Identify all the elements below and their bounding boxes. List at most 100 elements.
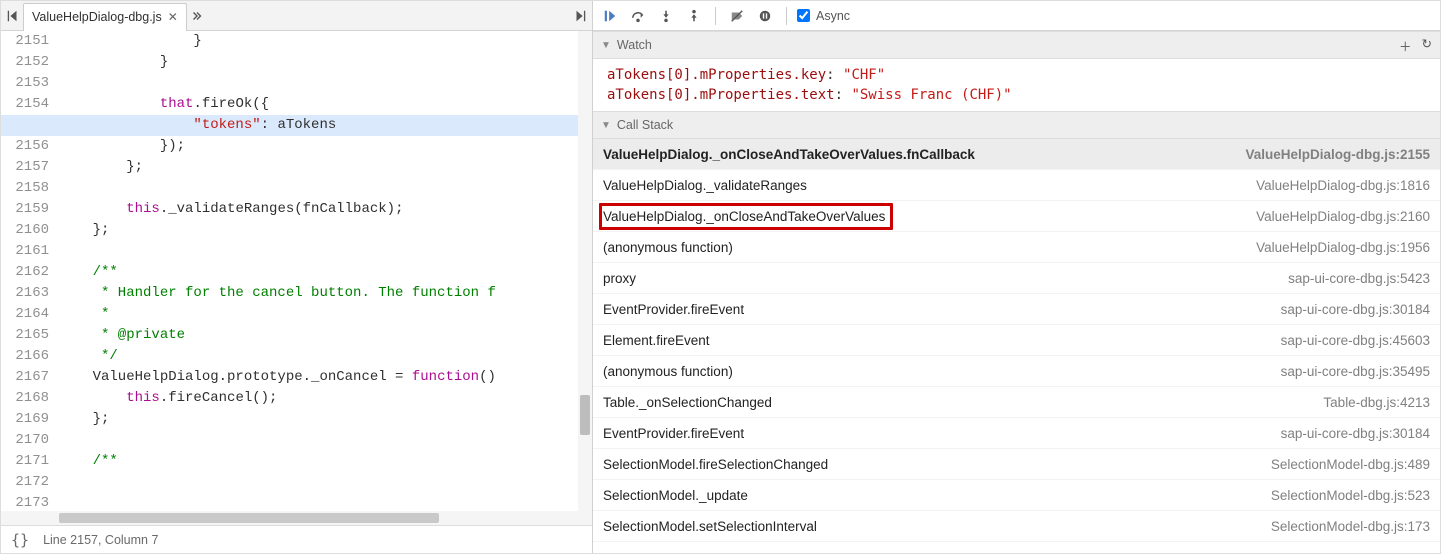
callstack-loc: ValueHelpDialog-dbg.js:2160 bbox=[1256, 209, 1430, 224]
callstack-row[interactable]: (anonymous function) sap-ui-core-dbg.js:3… bbox=[593, 356, 1440, 387]
tab-prev-icon[interactable] bbox=[5, 8, 21, 24]
deactivate-breakpoints-icon[interactable] bbox=[726, 5, 748, 27]
code-area[interactable]: } } that.fireOk({ "tokens": aTokens }); … bbox=[59, 31, 592, 511]
line-number: 2164 bbox=[1, 304, 49, 325]
step-into-icon[interactable] bbox=[655, 5, 677, 27]
callstack-header[interactable]: ▼ Call Stack bbox=[593, 111, 1440, 139]
callstack-loc: sap-ui-core-dbg.js:45603 bbox=[1281, 333, 1430, 348]
scrollbar-vertical[interactable] bbox=[578, 31, 592, 511]
debugger-toolbar: Async bbox=[593, 1, 1440, 31]
pretty-print-icon[interactable]: {} bbox=[11, 531, 29, 549]
code-line[interactable] bbox=[59, 178, 592, 199]
code-line[interactable]: /** bbox=[59, 451, 592, 472]
callstack-row[interactable]: SelectionModel.fireSelectionChangedSelec… bbox=[593, 449, 1440, 480]
callstack-loc: sap-ui-core-dbg.js:30184 bbox=[1281, 302, 1430, 317]
callstack-loc: sap-ui-core-dbg.js:30184 bbox=[1281, 426, 1430, 441]
callstack-fn: ValueHelpDialog._onCloseAndTakeOverValue… bbox=[603, 209, 885, 224]
line-number: 2161 bbox=[1, 241, 49, 262]
line-gutter: 2151215221532154215521562157215821592160… bbox=[1, 31, 53, 511]
callstack-row[interactable]: proxysap-ui-core-dbg.js:5423 bbox=[593, 263, 1440, 294]
refresh-icon[interactable]: ↻ bbox=[1422, 36, 1432, 55]
chevron-down-icon: ▼ bbox=[601, 40, 611, 51]
callstack-row[interactable]: SelectionModel.setSelectionIntervalSelec… bbox=[593, 511, 1440, 542]
callstack-fn: proxy bbox=[603, 271, 636, 286]
code-line[interactable]: */ bbox=[59, 346, 592, 367]
watch-pane: aTokens[0].mProperties.key: "CHF"aTokens… bbox=[593, 59, 1440, 111]
file-tab-label: ValueHelpDialog-dbg.js bbox=[32, 10, 162, 24]
scrollbar-thumb-h[interactable] bbox=[59, 513, 439, 523]
code-line[interactable]: that.fireOk({ bbox=[59, 94, 592, 115]
step-over-icon[interactable] bbox=[627, 5, 649, 27]
code-line[interactable]: } bbox=[59, 31, 592, 52]
line-number: 2154 bbox=[1, 94, 49, 115]
callstack-fn: EventProvider.fireEvent bbox=[603, 426, 744, 441]
line-number: 2163 bbox=[1, 283, 49, 304]
line-number: 2172 bbox=[1, 472, 49, 493]
callstack-fn: (anonymous function) bbox=[603, 240, 733, 255]
line-number: 2151 bbox=[1, 31, 49, 52]
code-line[interactable]: ValueHelpDialog.prototype._onCancel = fu… bbox=[59, 367, 592, 388]
callstack-row[interactable]: Table._onSelectionChangedTable-dbg.js:42… bbox=[593, 387, 1440, 418]
callstack-row[interactable]: ValueHelpDialog._validateRangesValueHelp… bbox=[593, 170, 1440, 201]
watch-header[interactable]: ▼ Watch ＋ ↻ bbox=[593, 31, 1440, 59]
code-line[interactable] bbox=[59, 241, 592, 262]
code-line[interactable]: this._validateRanges(fnCallback); bbox=[59, 199, 592, 220]
callstack-fn: (anonymous function) bbox=[603, 364, 733, 379]
code-line[interactable]: this.fireCancel(); bbox=[59, 388, 592, 409]
line-number: 2153 bbox=[1, 73, 49, 94]
callstack-loc: sap-ui-core-dbg.js:35495 bbox=[1281, 364, 1430, 379]
code-line[interactable]: * bbox=[59, 304, 592, 325]
watch-title: Watch bbox=[617, 38, 652, 52]
pause-exceptions-icon[interactable] bbox=[754, 5, 776, 27]
async-checkbox-input[interactable] bbox=[797, 9, 810, 22]
watch-expression[interactable]: aTokens[0].mProperties.text: "Swiss Fran… bbox=[607, 85, 1426, 105]
code-line[interactable]: }; bbox=[59, 409, 592, 430]
callstack-row[interactable]: EventProvider.fireEvent sap-ui-core-dbg.j… bbox=[593, 294, 1440, 325]
scrollbar-horizontal[interactable] bbox=[1, 511, 592, 525]
line-number: 2168 bbox=[1, 388, 49, 409]
code-line[interactable]: * @private bbox=[59, 325, 592, 346]
callstack-fn: EventProvider.fireEvent bbox=[603, 302, 744, 317]
line-number: 2173 bbox=[1, 493, 49, 511]
file-tab[interactable]: ValueHelpDialog-dbg.js ✕ bbox=[23, 3, 187, 31]
code-line[interactable]: /** bbox=[59, 262, 592, 283]
code-line[interactable]: }; bbox=[59, 220, 592, 241]
callstack-fn: SelectionModel._update bbox=[603, 488, 748, 503]
callstack-row[interactable]: Element.fireEventsap-ui-core-dbg.js:4560… bbox=[593, 325, 1440, 356]
async-checkbox[interactable]: Async bbox=[797, 9, 850, 23]
callstack-row[interactable]: ValueHelpDialog._onCloseAndTakeOverValue… bbox=[593, 139, 1440, 170]
line-number: 2162 bbox=[1, 262, 49, 283]
code-line[interactable] bbox=[59, 472, 592, 493]
callstack-loc: ValueHelpDialog-dbg.js:1816 bbox=[1256, 178, 1430, 193]
callstack-row[interactable]: ValueHelpDialog._onCloseAndTakeOverValue… bbox=[593, 201, 1440, 232]
step-out-icon[interactable] bbox=[683, 5, 705, 27]
tab-next-icon[interactable] bbox=[572, 8, 588, 24]
code-line[interactable] bbox=[59, 430, 592, 451]
add-watch-icon[interactable]: ＋ bbox=[1399, 36, 1412, 55]
code-line[interactable]: }; bbox=[59, 157, 592, 178]
tab-overflow-icon[interactable] bbox=[189, 8, 205, 24]
code-line[interactable]: } bbox=[59, 52, 592, 73]
status-bar: {} Line 2157, Column 7 bbox=[1, 525, 592, 553]
scrollbar-thumb-v[interactable] bbox=[580, 395, 590, 435]
watch-expression[interactable]: aTokens[0].mProperties.key: "CHF" bbox=[607, 65, 1426, 85]
code-line[interactable]: }); bbox=[59, 136, 592, 157]
line-number: 2160 bbox=[1, 220, 49, 241]
line-number: 2158 bbox=[1, 178, 49, 199]
callstack-row[interactable]: (anonymous function) ValueHelpDialog-dbg.… bbox=[593, 232, 1440, 263]
code-line[interactable] bbox=[59, 493, 592, 511]
callstack-loc: Table-dbg.js:4213 bbox=[1323, 395, 1430, 410]
line-number: 2152 bbox=[1, 52, 49, 73]
callstack-row[interactable]: EventProvider.fireEvent sap-ui-core-dbg.j… bbox=[593, 418, 1440, 449]
code-editor[interactable]: 2151215221532154215521562157215821592160… bbox=[1, 31, 592, 511]
callstack-pane: ValueHelpDialog._onCloseAndTakeOverValue… bbox=[593, 139, 1440, 553]
code-line[interactable]: "tokens": aTokens bbox=[1, 115, 592, 136]
close-icon[interactable]: ✕ bbox=[168, 10, 178, 24]
resume-icon[interactable] bbox=[599, 5, 621, 27]
callstack-row[interactable]: SelectionModel._updateSelectionModel-dbg… bbox=[593, 480, 1440, 511]
line-number: 2157 bbox=[1, 157, 49, 178]
code-line[interactable] bbox=[59, 73, 592, 94]
callstack-fn: SelectionModel.setSelectionInterval bbox=[603, 519, 817, 534]
code-line[interactable]: * Handler for the cancel button. The fun… bbox=[59, 283, 592, 304]
callstack-loc: ValueHelpDialog-dbg.js:1956 bbox=[1256, 240, 1430, 255]
